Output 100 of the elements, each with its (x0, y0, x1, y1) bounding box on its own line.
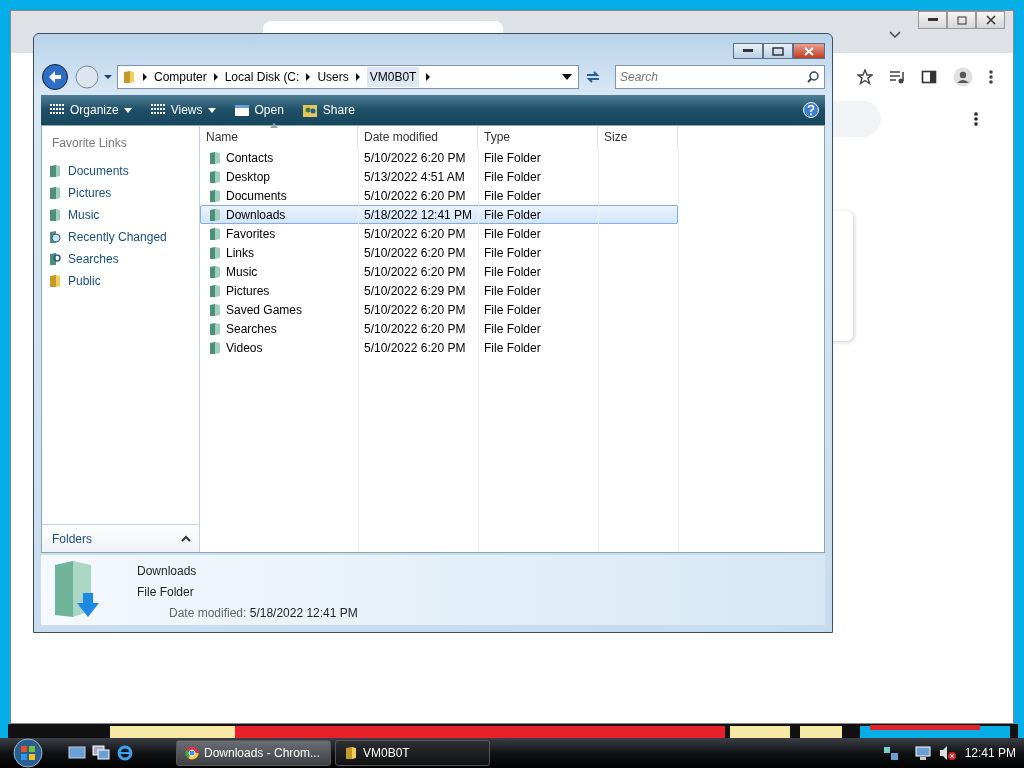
chevron-icon[interactable] (305, 73, 312, 81)
close-icon (985, 15, 996, 25)
network-icon[interactable] (882, 745, 899, 761)
item-name: Downloads (137, 563, 198, 580)
folder-icon (208, 302, 222, 317)
date-label: Date modified: (169, 606, 247, 620)
table-cell-text: 5/10/2022 6:20 PM (363, 187, 467, 205)
folder-icon (122, 70, 136, 84)
toolbar-button[interactable]: Share (299, 99, 357, 121)
column-header[interactable]: Date modified (358, 126, 478, 148)
file-name[interactable]: Searches (200, 319, 358, 338)
search-field[interactable]: Search (615, 65, 825, 89)
desktop-icon[interactable] (68, 745, 86, 761)
chevron-icon[interactable] (142, 73, 148, 81)
breadcrumb-item[interactable]: Local Disk (C: (224, 68, 300, 86)
file-name[interactable]: Videos (200, 338, 358, 357)
file-name[interactable]: Downloads (200, 205, 358, 224)
collapse-icon[interactable] (181, 535, 191, 542)
table-cell-text: 5/10/2022 6:20 PM (363, 225, 467, 243)
clock-folder-icon (48, 230, 62, 244)
side-panel-icon[interactable] (921, 69, 937, 85)
table-cell-text: 5/18/2022 12:41 PM (363, 206, 474, 224)
file-name[interactable]: Pictures (200, 281, 358, 300)
nav-link[interactable]: Pictures (42, 182, 199, 204)
nav-link[interactable]: Public (42, 270, 199, 292)
folder-icon (208, 188, 222, 203)
help-icon[interactable] (803, 102, 819, 118)
browser-icon[interactable] (116, 744, 134, 762)
folders-bar[interactable]: Folders (42, 524, 199, 552)
table-cell-text: 5/10/2022 6:20 PM (363, 301, 467, 319)
table-cell-text: File Folder (483, 168, 542, 186)
taskbar-button[interactable]: VM0B0T (335, 740, 490, 766)
menu-icon[interactable] (974, 111, 978, 127)
list-icon (49, 103, 65, 117)
monitor-icon[interactable] (914, 745, 931, 761)
folder-icon (208, 321, 222, 336)
table-cell-text: 5/13/2022 4:51 AM (363, 168, 466, 186)
folder-icon (48, 208, 62, 222)
file-name[interactable]: Favorites (200, 224, 358, 243)
folder-icon (208, 264, 222, 279)
menu-icon[interactable] (989, 69, 993, 85)
nav-link[interactable]: Documents (42, 160, 199, 182)
nav-link[interactable]: Music (42, 204, 199, 226)
file-name[interactable]: Links (200, 243, 358, 262)
folder-icon (208, 283, 222, 298)
date-value: 5/18/2022 12:41 PM (249, 606, 358, 620)
file-name[interactable]: Saved Games (200, 300, 358, 319)
item-type: File Folder (137, 584, 195, 601)
nav-link[interactable]: Recently Changed (42, 226, 199, 248)
star-icon[interactable] (857, 69, 873, 85)
dropdown-arrow-icon[interactable] (562, 74, 572, 80)
file-name[interactable]: Music (200, 262, 358, 281)
dropdown-arrow-icon[interactable] (103, 73, 113, 81)
file-name[interactable]: Documents (200, 186, 358, 205)
column-header[interactable]: Type (478, 126, 598, 148)
search-folder-icon (48, 252, 62, 266)
close-button[interactable] (976, 11, 1005, 29)
folder-icon (208, 226, 222, 241)
toolbar-button[interactable]: Open (231, 99, 286, 121)
column-header[interactable]: Size (598, 126, 678, 148)
maximize-button[interactable] (763, 43, 793, 59)
close-icon (804, 46, 814, 56)
taskbar-button[interactable]: Downloads - Chrom... (176, 740, 331, 766)
people-icon (301, 102, 318, 118)
chevron-icon[interactable] (354, 73, 361, 81)
chevron-icon[interactable] (425, 73, 432, 81)
breadcrumb-item[interactable]: VM0B0T (366, 67, 420, 87)
table-cell-text: 5/10/2022 6:20 PM (363, 244, 467, 262)
folder-icon (344, 746, 358, 760)
folder-icon (48, 164, 62, 178)
table-cell-text: File Folder (483, 339, 542, 357)
minimize-button[interactable] (733, 43, 763, 59)
media-icon[interactable] (889, 69, 905, 85)
folder-icon (208, 207, 222, 222)
file-name[interactable]: Contacts (200, 148, 358, 167)
file-name[interactable]: Desktop (200, 167, 358, 186)
column-header[interactable]: Name (200, 126, 358, 148)
table-cell-text: File Folder (483, 282, 542, 300)
close-button[interactable] (793, 43, 825, 59)
folder-icon (208, 169, 222, 184)
table-cell-text: File Folder (483, 301, 542, 319)
profile-icon[interactable] (953, 67, 973, 87)
breadcrumb-item[interactable]: Users (317, 68, 349, 86)
folders-label: Folders (52, 530, 92, 548)
chevron-icon[interactable] (889, 31, 901, 39)
toolbar-button[interactable]: Views (147, 99, 218, 121)
mute-icon[interactable] (938, 745, 957, 761)
minimize-icon (927, 18, 938, 22)
folder-icon (48, 186, 62, 200)
chevron-icon[interactable] (212, 73, 219, 81)
breadcrumb-item[interactable]: Computer (154, 68, 207, 86)
minimize-button[interactable] (918, 11, 947, 29)
clock[interactable]: 12:41 PM (964, 744, 1016, 762)
toolbar-button[interactable]: Organize (47, 99, 134, 121)
table-cell-text: File Folder (483, 263, 542, 281)
back-button[interactable] (41, 63, 71, 91)
window-switch-icon[interactable] (92, 745, 110, 761)
folder-icon (208, 150, 222, 165)
section-heading: Favorite Links (51, 135, 128, 152)
nav-link[interactable]: Searches (42, 248, 199, 270)
